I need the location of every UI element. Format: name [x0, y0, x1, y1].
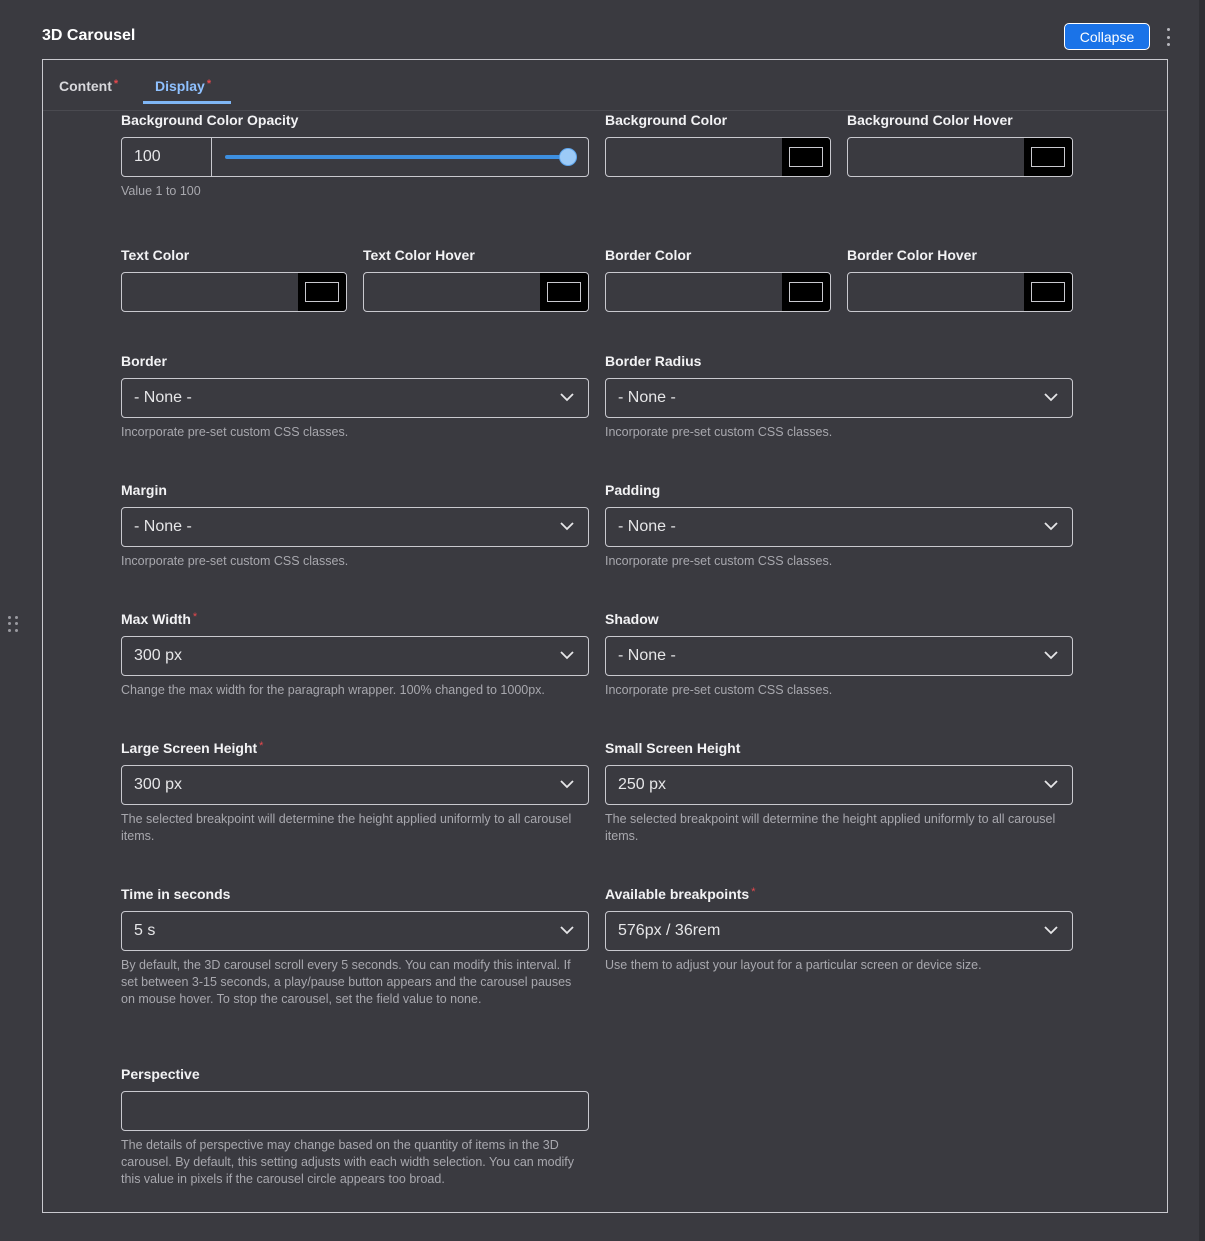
perspective-label: Perspective: [121, 1066, 200, 1082]
opacity-slider-handle[interactable]: [559, 148, 577, 166]
chevron-down-icon: [560, 393, 574, 402]
max-width-label: Max Width *: [121, 611, 198, 627]
small-screen-height-select[interactable]: 250 px: [605, 765, 1073, 805]
chevron-down-icon: [1044, 780, 1058, 789]
border-color-swatch[interactable]: [789, 282, 823, 302]
background-color-swatch[interactable]: [789, 147, 823, 167]
time-in-seconds-label: Time in seconds: [121, 886, 231, 902]
available-breakpoints-select[interactable]: 576px / 36rem: [605, 911, 1073, 951]
border-select[interactable]: - None -: [121, 378, 589, 418]
small-screen-height-label: Small Screen Height: [605, 740, 741, 756]
time-in-seconds-select[interactable]: 5 s: [121, 911, 589, 951]
opacity-input[interactable]: 100: [122, 138, 212, 176]
chevron-down-icon: [560, 651, 574, 660]
margin-select[interactable]: - None -: [121, 507, 589, 547]
perspective-input[interactable]: [121, 1091, 589, 1131]
background-color-hover-input[interactable]: [847, 137, 1073, 177]
background-color-label: Background Color: [605, 112, 728, 128]
large-screen-height-label: Large Screen Height *: [121, 740, 264, 756]
background-color-hover-swatch[interactable]: [1031, 147, 1065, 167]
border-radius-label: Border Radius: [605, 353, 702, 369]
border-color-label: Border Color: [605, 247, 692, 263]
text-color-hover-swatch[interactable]: [547, 282, 581, 302]
text-color-hover-label: Text Color Hover: [363, 247, 475, 263]
text-color-swatch[interactable]: [305, 282, 339, 302]
collapse-button[interactable]: Collapse: [1064, 23, 1150, 50]
tab-display[interactable]: Display *: [155, 78, 211, 94]
opacity-help: Value 1 to 100: [121, 184, 201, 198]
shadow-label: Shadow: [605, 611, 659, 627]
active-tab-indicator: [143, 101, 231, 104]
opacity-control: 100: [121, 137, 589, 177]
chevron-down-icon: [560, 780, 574, 789]
more-options-icon[interactable]: [1162, 28, 1174, 46]
time-in-seconds-help: By default, the 3D carousel scroll every…: [121, 958, 572, 1006]
border-label: Border: [121, 353, 167, 369]
tab-content[interactable]: Content *: [59, 78, 118, 94]
border-color-hover-label: Border Color Hover: [847, 247, 977, 263]
section-title: 3D Carousel: [42, 27, 136, 44]
max-width-select[interactable]: 300 px: [121, 636, 589, 676]
perspective-help: The details of perspective may change ba…: [121, 1138, 575, 1186]
border-color-input[interactable]: [605, 272, 831, 312]
background-color-input[interactable]: [605, 137, 831, 177]
small-screen-height-help: The selected breakpoint will determine t…: [605, 812, 1056, 843]
chevron-down-icon: [1044, 393, 1058, 402]
opacity-label: Background Color Opacity: [121, 112, 299, 128]
available-breakpoints-label: Available breakpoints *: [605, 886, 756, 902]
margin-label: Margin: [121, 482, 167, 498]
max-width-help: Change the max width for the paragraph w…: [121, 683, 545, 697]
text-color-hover-input[interactable]: [363, 272, 589, 312]
text-color-label: Text Color: [121, 247, 190, 263]
drag-handle-icon[interactable]: [8, 616, 20, 632]
text-color-input[interactable]: [121, 272, 347, 312]
chevron-down-icon: [1044, 522, 1058, 531]
page-scrollbar[interactable]: [1199, 0, 1205, 1241]
padding-help: Incorporate pre-set custom CSS classes.: [605, 554, 833, 568]
border-color-hover-input[interactable]: [847, 272, 1073, 312]
opacity-slider-track[interactable]: [225, 155, 570, 159]
tab-bar: Content * Display *: [43, 60, 1167, 111]
background-color-hover-label: Background Color Hover: [847, 112, 1013, 128]
margin-help: Incorporate pre-set custom CSS classes.: [121, 554, 349, 568]
border-radius-select[interactable]: - None -: [605, 378, 1073, 418]
chevron-down-icon: [1044, 926, 1058, 935]
available-breakpoints-help: Use them to adjust your layout for a par…: [605, 958, 982, 972]
border-color-hover-swatch[interactable]: [1031, 282, 1065, 302]
large-screen-height-select[interactable]: 300 px: [121, 765, 589, 805]
padding-label: Padding: [605, 482, 661, 498]
shadow-select[interactable]: - None -: [605, 636, 1073, 676]
padding-select[interactable]: - None -: [605, 507, 1073, 547]
border-help: Incorporate pre-set custom CSS classes.: [121, 425, 349, 439]
border-radius-help: Incorporate pre-set custom CSS classes.: [605, 425, 833, 439]
large-screen-height-help: The selected breakpoint will determine t…: [121, 812, 572, 843]
chevron-down-icon: [560, 926, 574, 935]
chevron-down-icon: [1044, 651, 1058, 660]
shadow-help: Incorporate pre-set custom CSS classes.: [605, 683, 833, 697]
chevron-down-icon: [560, 522, 574, 531]
